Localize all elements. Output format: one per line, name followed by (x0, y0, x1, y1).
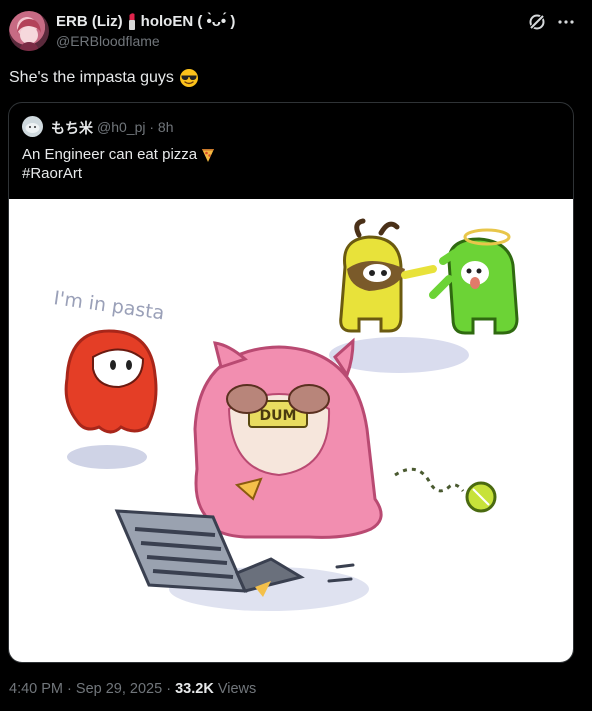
red-ghost-shadow (67, 445, 147, 469)
tweet-time[interactable]: 4:40 PM (9, 681, 63, 697)
artwork-illustration: I'm in pasta DUM (52, 218, 519, 611)
display-name[interactable]: ERB (Liz) (56, 13, 123, 30)
footer-separator-1: · (67, 681, 72, 697)
quote-text: An Engineer can eat pizza (22, 146, 198, 163)
footer-separator-2: · (166, 681, 172, 697)
green-crewmate (429, 228, 519, 335)
more-icon[interactable] (556, 12, 576, 32)
avatar[interactable] (9, 11, 49, 51)
quote-display-name[interactable]: もち米 (51, 118, 93, 138)
sunglasses-emoji-icon (179, 69, 198, 87)
quote-meta: @h0_pj · 8h (97, 119, 174, 135)
grok-icon[interactable] (527, 12, 547, 32)
quote-avatar-icon (25, 123, 40, 133)
quote-time[interactable]: 8h (158, 119, 174, 135)
display-name-suffix: holoEN ( •̀ᴗ•́ ) (140, 12, 236, 30)
quote-handle[interactable]: @h0_pj (97, 119, 145, 135)
quote-hashtag[interactable]: #RaorArt (22, 165, 82, 182)
quote-text-line1: An Engineer can eat pizza (22, 146, 216, 163)
quote-avatar[interactable] (22, 116, 43, 137)
ball-motion-line (394, 467, 465, 493)
pink-character: DUM (193, 337, 383, 539)
pizza-emoji-icon (202, 148, 215, 162)
art-caption-text: I'm in pasta (52, 287, 165, 324)
views-label: Views (217, 681, 257, 697)
quote-image[interactable]: I'm in pasta DUM (9, 199, 573, 662)
tweet-footer: 4:40 PM · Sep 29, 2025 · 33.2K Views (9, 681, 256, 697)
author-name-row[interactable]: ERB (Liz) holoEN ( •̀ᴗ•́ ) (56, 12, 235, 30)
lipstick-icon (128, 13, 135, 30)
quoted-tweet[interactable]: もち米 @h0_pj · 8h An Engineer can eat pizz… (8, 102, 574, 663)
dum-sign-text: DUM (260, 408, 297, 424)
views-count: 33.2K (175, 681, 214, 697)
red-ghost-figure (64, 329, 158, 434)
author-handle[interactable]: @ERBloodflame (56, 33, 160, 49)
tweet-date[interactable]: Sep 29, 2025 (76, 681, 162, 697)
tweet-text-content: She's the impasta guys (9, 69, 174, 86)
tweet-text: She's the impasta guys (9, 68, 199, 88)
avatar-icon (17, 19, 41, 51)
yellow-crewmate (339, 218, 437, 333)
quote-separator: · (149, 119, 155, 135)
